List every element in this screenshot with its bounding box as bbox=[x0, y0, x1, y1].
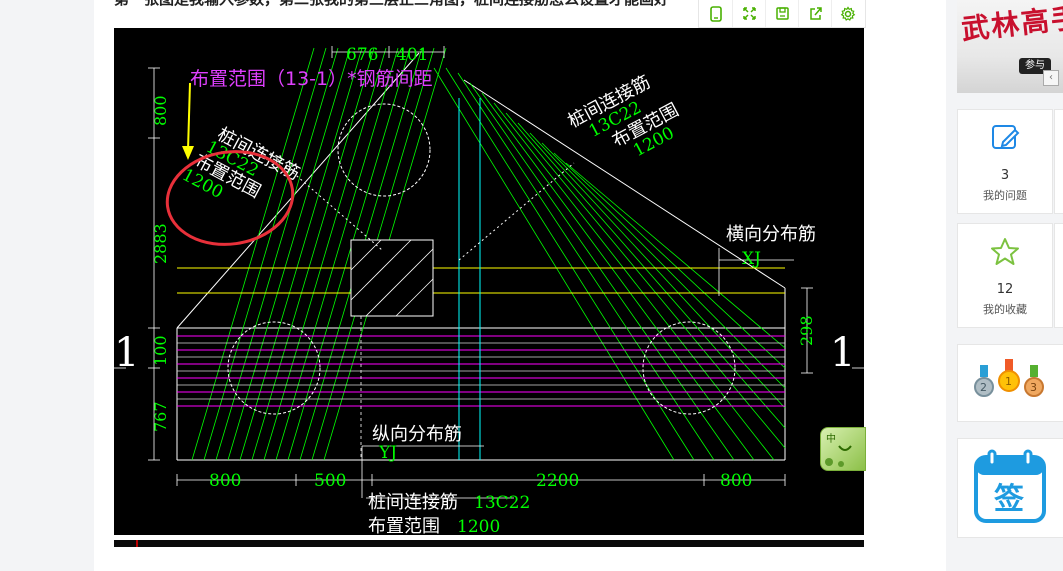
settings-icon bbox=[840, 5, 856, 21]
edit-icon bbox=[992, 125, 1020, 149]
my-favorites-card[interactable]: 12 我的收藏 bbox=[957, 223, 1053, 328]
my-questions-label: 我的问题 bbox=[983, 189, 1027, 202]
settings-button[interactable] bbox=[831, 0, 864, 27]
share-icon bbox=[809, 7, 822, 20]
phone-icon bbox=[709, 5, 722, 22]
bottom-range-value: 1200 bbox=[457, 517, 500, 535]
dim-bottom-2200: 2200 bbox=[536, 471, 579, 491]
my-favorites-label: 我的收藏 bbox=[983, 303, 1027, 316]
medals-card[interactable]: 2 1 3 bbox=[957, 344, 1063, 422]
bottom-rebar-label: 桩间连接筋 bbox=[368, 492, 458, 513]
dim-bottom-800-right: 800 bbox=[720, 471, 752, 491]
banner-prev-button[interactable]: ‹ bbox=[1043, 70, 1059, 86]
annotation-text: 布置范围（13-1）*钢筋间距 bbox=[190, 68, 433, 90]
vertical-distribution-label: 纵向分布筋 bbox=[372, 424, 462, 445]
dim-left-100: 100 bbox=[151, 335, 170, 366]
vertical-distribution-code: YJ bbox=[378, 443, 397, 463]
save-icon bbox=[775, 7, 789, 20]
my-questions-card[interactable]: 3 我的问题 bbox=[957, 109, 1053, 214]
fullscreen-icon bbox=[742, 7, 756, 20]
dim-left-2883: 2883 bbox=[151, 223, 170, 264]
svg-text:中: 中 bbox=[826, 432, 836, 445]
svg-text:3: 3 bbox=[1030, 381, 1037, 394]
dim-right-298: 298 bbox=[797, 315, 816, 346]
horizontal-distribution-code: XJ bbox=[742, 249, 761, 269]
floating-helper-widget[interactable]: 中 bbox=[820, 427, 866, 471]
image-bottom-bar bbox=[114, 540, 864, 547]
cad-drawing-image[interactable]: 676 401 800 2883 100 767 298 1 1 布置范围（13… bbox=[114, 28, 864, 535]
section-mark-left: 1 bbox=[114, 330, 139, 376]
save-image-button[interactable] bbox=[765, 0, 798, 27]
horizontal-distribution-label: 横向分布筋 bbox=[726, 224, 816, 245]
medals-icon: 2 1 3 bbox=[974, 359, 1044, 397]
svg-text:1: 1 bbox=[1005, 375, 1012, 388]
stat-card-edge bbox=[1054, 223, 1063, 328]
helper-mascot-icon: 中 bbox=[825, 432, 852, 467]
my-questions-count: 3 bbox=[1000, 168, 1010, 183]
share-button[interactable] bbox=[798, 0, 831, 27]
dim-left-767: 767 bbox=[151, 401, 170, 432]
calendar-icon: 签 bbox=[974, 449, 1046, 523]
svg-text:2: 2 bbox=[980, 381, 987, 394]
dim-left-800: 800 bbox=[151, 95, 170, 126]
my-favorites-count: 12 bbox=[996, 282, 1014, 297]
promo-banner[interactable]: 武林高手 参与 ‹ bbox=[957, 0, 1063, 93]
bottom-rebar-spec: 13C22 bbox=[474, 493, 530, 513]
dim-top-676: 676 bbox=[346, 45, 378, 65]
bottom-range-label: 布置范围 bbox=[368, 516, 440, 535]
fullscreen-button[interactable] bbox=[732, 0, 765, 27]
section-mark-right: 1 bbox=[830, 330, 855, 376]
image-toolbar bbox=[698, 0, 866, 28]
right-sidebar: 武林高手 参与 ‹ 3 我的问题 12 我的收藏 2 1 3 签 bbox=[957, 0, 1063, 571]
star-icon bbox=[991, 238, 1019, 265]
sign-in-glyph: 签 bbox=[994, 482, 1024, 517]
sign-in-card[interactable]: 签 bbox=[957, 438, 1063, 538]
dim-bottom-500: 500 bbox=[314, 471, 346, 491]
dim-bottom-800-left: 800 bbox=[209, 471, 241, 491]
post-title: 第一张图是我输入参数，第二张我的第三层正三角图，桩间连接筋怎么设置才能画好 bbox=[114, 0, 714, 8]
phone-view-button[interactable] bbox=[699, 0, 732, 27]
dim-top-401: 401 bbox=[396, 45, 428, 65]
banner-title: 武林高手 bbox=[959, 0, 1063, 47]
stat-card-edge bbox=[1054, 109, 1063, 214]
